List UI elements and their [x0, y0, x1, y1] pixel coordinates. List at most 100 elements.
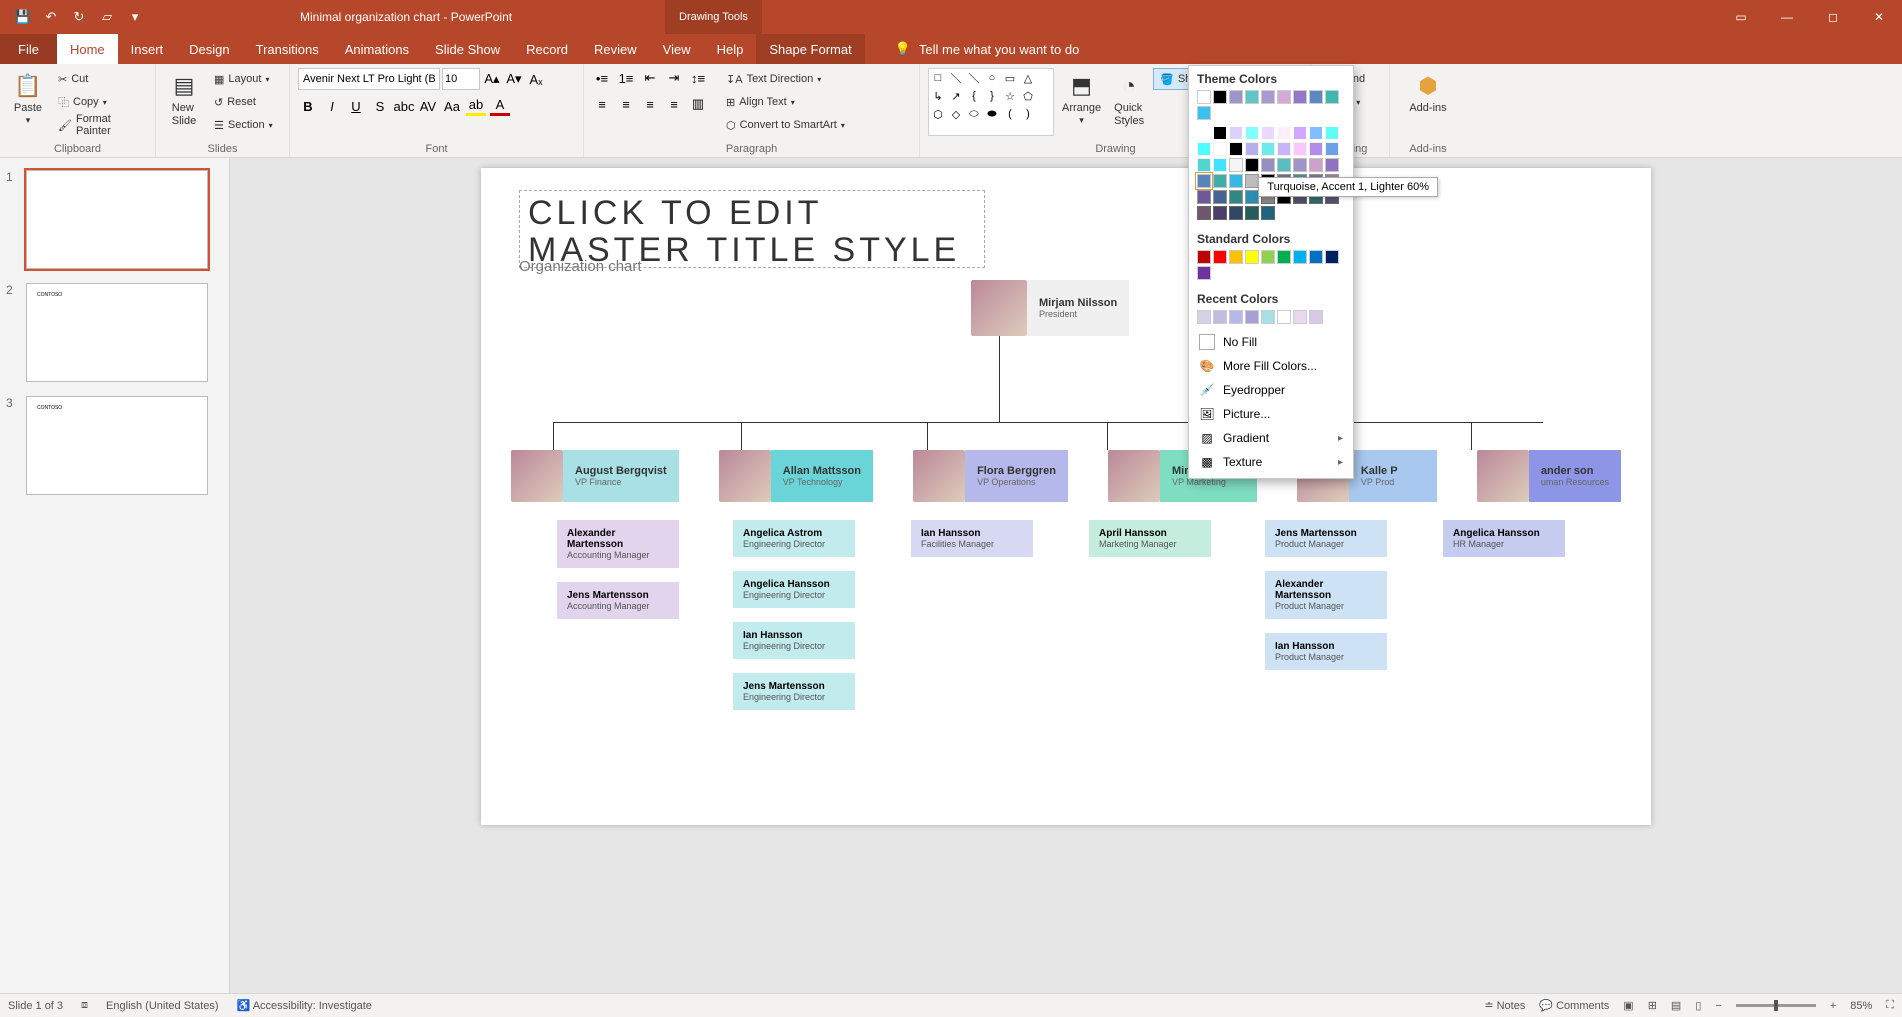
reading-view-icon[interactable]: ▤ — [1671, 999, 1681, 1012]
color-swatch[interactable] — [1277, 90, 1291, 104]
color-swatch[interactable] — [1229, 142, 1243, 156]
color-swatch[interactable] — [1309, 158, 1323, 172]
tab-transitions[interactable]: Transitions — [243, 34, 332, 64]
org-sub-card[interactable]: Alexander MartenssonProduct Manager — [1265, 571, 1387, 619]
org-sub-card[interactable]: Jens MartenssonProduct Manager — [1265, 520, 1387, 557]
shadow-icon[interactable]: abc — [394, 96, 414, 116]
more-colors-item[interactable]: 🎨More Fill Colors... — [1189, 354, 1353, 378]
ribbon-display-icon[interactable]: ▭ — [1718, 0, 1764, 34]
subtitle-text[interactable]: Organization chart — [519, 258, 642, 275]
color-swatch[interactable] — [1277, 142, 1291, 156]
quick-styles-button[interactable]: ◔Quick Styles — [1109, 68, 1149, 130]
color-swatch[interactable] — [1245, 90, 1259, 104]
color-swatch[interactable] — [1293, 90, 1307, 104]
minimize-icon[interactable]: — — [1764, 0, 1810, 34]
org-sub-card[interactable]: Ian HanssonEngineering Director — [733, 622, 855, 659]
color-swatch[interactable] — [1261, 250, 1275, 264]
justify-icon[interactable]: ≡ — [664, 94, 684, 114]
color-swatch[interactable] — [1213, 250, 1227, 264]
tab-slideshow[interactable]: Slide Show — [422, 34, 513, 64]
reset-button[interactable]: ↺Reset — [208, 91, 279, 113]
align-text-button[interactable]: ⊞Align Text▾ — [720, 91, 851, 113]
color-swatch[interactable] — [1213, 190, 1227, 204]
redo-icon[interactable]: ↻ — [70, 8, 88, 26]
color-swatch[interactable] — [1213, 174, 1227, 188]
text-direction-button[interactable]: ↧AText Direction▾ — [720, 68, 851, 90]
color-swatch[interactable] — [1293, 310, 1307, 324]
color-swatch[interactable] — [1261, 142, 1275, 156]
tab-record[interactable]: Record — [513, 34, 581, 64]
org-sub-card[interactable]: Ian HanssonProduct Manager — [1265, 633, 1387, 670]
color-swatch[interactable] — [1197, 206, 1211, 220]
gradient-item[interactable]: ▨Gradient — [1189, 426, 1353, 450]
fit-to-window-icon[interactable]: ⛶ — [1886, 999, 1894, 1012]
org-sub-card[interactable]: Angelica AstromEngineering Director — [733, 520, 855, 557]
color-swatch[interactable] — [1197, 250, 1211, 264]
color-swatch[interactable] — [1197, 174, 1211, 188]
color-swatch[interactable] — [1245, 142, 1259, 156]
color-swatch[interactable] — [1261, 90, 1275, 104]
sorter-view-icon[interactable]: ⊞ — [1648, 999, 1657, 1012]
color-swatch[interactable] — [1197, 90, 1211, 104]
tab-home[interactable]: Home — [57, 34, 118, 64]
section-button[interactable]: ☰Section▾ — [208, 114, 279, 136]
org-vp[interactable]: Flora BerggrenVP Operations — [913, 450, 1068, 502]
color-swatch[interactable] — [1197, 266, 1211, 280]
font-name-input[interactable] — [298, 68, 440, 90]
color-swatch[interactable] — [1277, 310, 1291, 324]
slide-counter[interactable]: Slide 1 of 3 — [8, 1000, 63, 1012]
normal-view-icon[interactable]: ▣ — [1623, 999, 1633, 1012]
color-swatch[interactable] — [1213, 158, 1227, 172]
color-swatch[interactable] — [1197, 142, 1211, 156]
numbering-icon[interactable]: 1≡ — [616, 68, 636, 88]
highlight-icon[interactable]: ab — [466, 96, 486, 116]
color-swatch[interactable] — [1197, 190, 1211, 204]
color-swatch[interactable] — [1293, 126, 1307, 140]
color-swatch[interactable] — [1229, 90, 1243, 104]
color-swatch[interactable] — [1325, 126, 1339, 140]
zoom-in-icon[interactable]: + — [1830, 1000, 1836, 1012]
color-swatch[interactable] — [1325, 142, 1339, 156]
color-swatch[interactable] — [1229, 174, 1243, 188]
slide-thumbnail-1[interactable] — [26, 170, 208, 269]
color-swatch[interactable] — [1245, 310, 1259, 324]
title-placeholder[interactable]: CLICK TO EDIT MASTER TITLE STYLE — [519, 190, 985, 268]
slide-thumbnail-2[interactable]: CONTOSO — [26, 283, 208, 382]
no-fill-item[interactable]: No Fill — [1189, 330, 1353, 354]
color-swatch[interactable] — [1213, 310, 1227, 324]
align-center-icon[interactable]: ≡ — [616, 94, 636, 114]
tab-design[interactable]: Design — [176, 34, 242, 64]
color-swatch[interactable] — [1325, 158, 1339, 172]
color-swatch[interactable] — [1229, 206, 1243, 220]
color-swatch[interactable] — [1197, 310, 1211, 324]
paste-button[interactable]: 📋Paste▾ — [8, 68, 48, 128]
increase-indent-icon[interactable]: ⇥ — [664, 68, 684, 88]
color-swatch[interactable] — [1197, 158, 1211, 172]
slide-canvas-area[interactable]: CLICK TO EDIT MASTER TITLE STYLE Organiz… — [230, 158, 1902, 993]
arrange-button[interactable]: ⬒Arrange▾ — [1058, 68, 1105, 128]
color-swatch[interactable] — [1245, 126, 1259, 140]
tab-animations[interactable]: Animations — [332, 34, 422, 64]
fontcolor-icon[interactable]: A — [490, 96, 510, 116]
slideshow-view-icon[interactable]: ▯ — [1695, 999, 1701, 1012]
eyedropper-item[interactable]: 💉Eyedropper — [1189, 378, 1353, 402]
color-swatch[interactable] — [1309, 310, 1323, 324]
tab-view[interactable]: View — [650, 34, 704, 64]
language-status[interactable]: English (United States) — [106, 1000, 219, 1012]
color-swatch[interactable] — [1261, 310, 1275, 324]
tab-shape-format[interactable]: Shape Format — [756, 34, 864, 64]
org-sub-card[interactable]: Ian HanssonFacilities Manager — [911, 520, 1033, 557]
color-swatch[interactable] — [1229, 126, 1243, 140]
italic-icon[interactable]: I — [322, 96, 342, 116]
color-swatch[interactable] — [1261, 126, 1275, 140]
org-president[interactable]: Mirjam NilssonPresident — [971, 280, 1129, 336]
color-swatch[interactable] — [1245, 174, 1259, 188]
texture-item[interactable]: ▩Texture — [1189, 450, 1353, 474]
org-sub-card[interactable]: Angelica HanssonEngineering Director — [733, 571, 855, 608]
color-swatch[interactable] — [1245, 190, 1259, 204]
spellcheck-icon[interactable]: ⧈ — [81, 999, 88, 1012]
new-slide-button[interactable]: ▤New Slide — [164, 68, 204, 130]
addins-button[interactable]: ⬢Add-ins — [1405, 68, 1450, 117]
notes-button[interactable]: ≐ Notes — [1484, 999, 1525, 1012]
color-swatch[interactable] — [1309, 142, 1323, 156]
